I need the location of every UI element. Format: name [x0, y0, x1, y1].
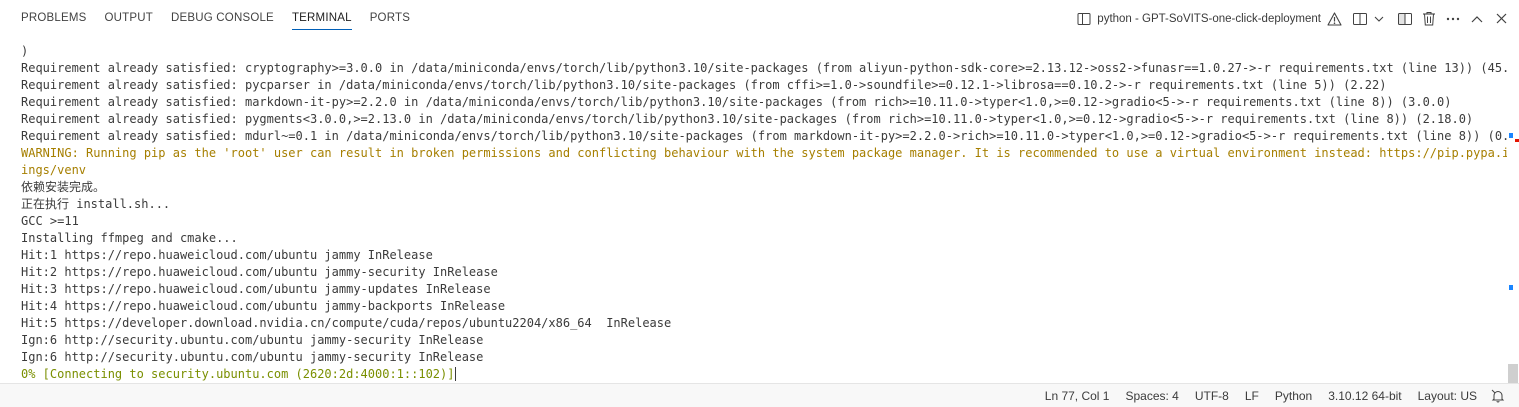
scrollbar-thumb[interactable] — [1508, 364, 1518, 383]
ruler-mark-blue — [1509, 285, 1513, 290]
terminal-line: Requirement already satisfied: markdown-… — [21, 95, 1452, 109]
terminal-scrollbar[interactable] — [1507, 37, 1519, 383]
panel-actions: python - GPT-SoVITS-one-click-deployment — [1071, 0, 1519, 37]
status-encoding[interactable]: UTF-8 — [1187, 385, 1237, 407]
terminal-line: Ign:6 http://security.ubuntu.com/ubuntu … — [21, 350, 484, 364]
tab-ports[interactable]: PORTS — [361, 0, 419, 37]
status-bar: Ln 77, Col 1 Spaces: 4 UTF-8 LF Python 3… — [0, 383, 1519, 407]
terminal-progress-line: 0% [Connecting to security.ubuntu.com (2… — [21, 366, 1507, 383]
terminal-line: Hit:1 https://repo.huaweicloud.com/ubunt… — [21, 248, 433, 262]
terminal-line: Hit:4 https://repo.huaweicloud.com/ubunt… — [21, 299, 506, 313]
terminal-selector[interactable]: python - GPT-SoVITS-one-click-deployment — [1071, 7, 1348, 31]
terminal-line: 正在执行 install.sh... — [21, 197, 171, 211]
status-language[interactable]: Python — [1267, 385, 1320, 407]
status-cursor-position[interactable]: Ln 77, Col 1 — [1037, 385, 1118, 407]
terminal-line: Requirement already satisfied: cryptogra… — [21, 61, 1507, 75]
tab-terminal[interactable]: TERMINAL — [283, 0, 361, 37]
terminal-line: Hit:5 https://developer.download.nvidia.… — [21, 316, 672, 330]
status-indentation[interactable]: Spaces: 4 — [1117, 385, 1186, 407]
maximize-icon[interactable] — [1466, 8, 1488, 30]
split-terminal-icon[interactable] — [1349, 8, 1371, 30]
terminal-line: Hit:2 https://repo.huaweicloud.com/ubunt… — [21, 265, 498, 279]
terminal-line: Requirement already satisfied: mdurl~=0.… — [21, 129, 1507, 143]
trash-icon[interactable] — [1418, 8, 1440, 30]
split-terminal-group — [1348, 8, 1386, 30]
more-icon[interactable] — [1442, 8, 1464, 30]
terminal-line: Requirement already satisfied: pygments<… — [21, 112, 1474, 126]
chevron-down-icon[interactable] — [1373, 8, 1385, 30]
terminal-line: GCC >=11 — [21, 214, 79, 228]
terminal-line: ) — [21, 44, 29, 58]
tab-output[interactable]: OUTPUT — [96, 0, 162, 37]
terminal-line: Hit:3 https://repo.huaweicloud.com/ubunt… — [21, 282, 491, 296]
status-interpreter[interactable]: 3.10.12 64-bit — [1320, 385, 1409, 407]
terminal-line: Requirement already satisfied: pycparser… — [21, 78, 1387, 92]
terminal-warning-line: WARNING: Running pip as the 'root' user … — [21, 146, 1507, 160]
terminal-line: Installing ffmpeg and cmake... — [21, 231, 238, 245]
status-keyboard-layout[interactable]: Layout: US — [1410, 385, 1485, 407]
status-eol[interactable]: LF — [1237, 385, 1267, 407]
terminal-view[interactable]: ) Requirement already satisfied: cryptog… — [0, 37, 1507, 383]
terminal-name: python - GPT-SoVITS-one-click-deployment — [1097, 12, 1321, 25]
terminal-warning-line: ings/venv — [21, 163, 87, 177]
terminal-cursor — [455, 367, 457, 381]
tab-problems[interactable]: PROBLEMS — [12, 0, 96, 37]
layout-icon[interactable] — [1394, 8, 1416, 30]
panel-header: PROBLEMS OUTPUT DEBUG CONSOLE TERMINAL P… — [0, 0, 1519, 37]
terminal-output: ) Requirement already satisfied: cryptog… — [21, 43, 1507, 383]
ruler-mark-red — [1515, 139, 1519, 142]
warning-icon[interactable] — [1327, 11, 1342, 26]
bell-icon[interactable] — [1485, 385, 1511, 407]
panel-tabs: PROBLEMS OUTPUT DEBUG CONSOLE TERMINAL P… — [0, 0, 419, 37]
ruler-mark-blue — [1509, 133, 1513, 138]
terminal-line: Ign:6 http://security.ubuntu.com/ubuntu … — [21, 333, 484, 347]
terminal-line: 依赖安装完成。 — [21, 180, 106, 194]
terminal-icon — [1077, 12, 1091, 26]
close-icon[interactable] — [1490, 8, 1512, 30]
progress-text: 0% [Connecting to security.ubuntu.com (2… — [21, 367, 455, 381]
tab-debug-console[interactable]: DEBUG CONSOLE — [162, 0, 283, 37]
